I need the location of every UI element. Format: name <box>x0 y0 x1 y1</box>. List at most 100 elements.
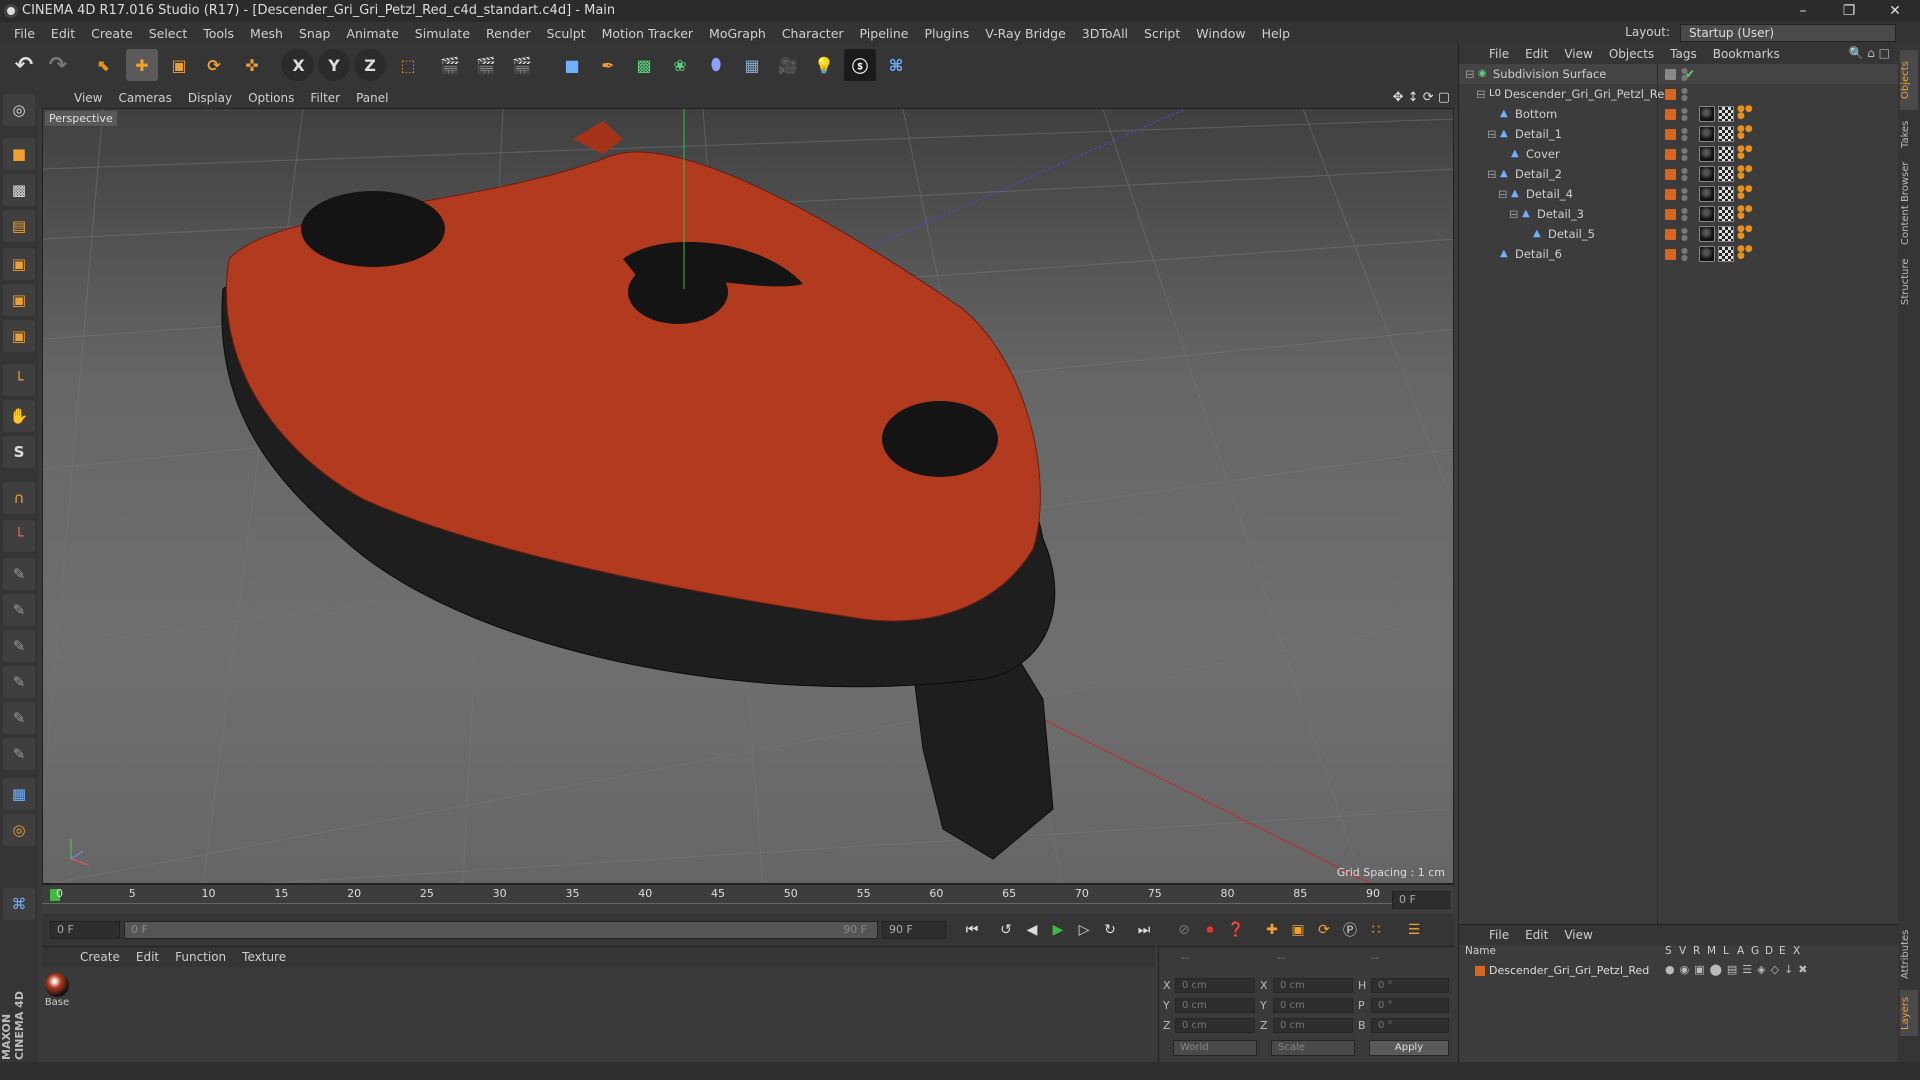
subdivision-surface-button[interactable]: ▩ <box>628 49 660 81</box>
workplane-mode-button[interactable]: ▤ <box>3 210 35 242</box>
render-picture-viewer-button[interactable]: 🎬 <box>470 49 502 81</box>
phong-tag-icon[interactable]: ●● ● <box>1737 125 1753 142</box>
rotate-tool-button[interactable]: ⟳ <box>198 49 230 81</box>
close-button[interactable]: ✕ <box>1872 0 1918 22</box>
layer-name[interactable]: Descender_Gri_Gri_Petzl_Red <box>1489 964 1649 977</box>
material-tag-icon[interactable] <box>1699 186 1715 202</box>
brush-tool-3-button[interactable]: ✎ <box>3 630 35 662</box>
play-button[interactable]: ▶ <box>1046 918 1070 942</box>
object-row[interactable]: ▲ Bottom ● ● ●● ● <box>1459 104 1899 124</box>
layer-color-swatch[interactable] <box>1665 109 1676 120</box>
edges-mode-button[interactable]: ▣ <box>3 284 35 316</box>
frame-range-slider[interactable]: 0 F 90 F <box>124 921 878 939</box>
points-mode-button[interactable]: ▣ <box>3 248 35 280</box>
scale-tool-button[interactable]: ▣ <box>163 49 195 81</box>
viewport-menu-display[interactable]: Display <box>180 91 240 105</box>
snap-button[interactable]: S <box>3 436 35 468</box>
menu-mesh[interactable]: Mesh <box>242 26 291 41</box>
deformer-button[interactable]: ⬮ <box>700 49 732 81</box>
mograph-cloner-button[interactable]: ❀ <box>664 49 696 81</box>
previous-frame-button[interactable]: ◀ <box>1020 918 1044 942</box>
object-name[interactable]: Detail_4 <box>1526 184 1573 204</box>
menu-animate[interactable]: Animate <box>338 26 406 41</box>
coord-size-z-field[interactable]: 0 cm <box>1273 1018 1353 1033</box>
coord-rot-b-field[interactable]: 0 ° <box>1371 1018 1449 1033</box>
visibility-dots-icon[interactable]: ● ● <box>1681 127 1688 142</box>
menu-render[interactable]: Render <box>478 26 539 41</box>
coord-pos-y-field[interactable]: 0 cm <box>1175 998 1255 1013</box>
object-name[interactable]: Detail_2 <box>1515 164 1562 184</box>
phong-tag-icon[interactable]: ●● ● <box>1737 165 1753 182</box>
texture-mode-button[interactable]: ▩ <box>3 174 35 206</box>
brush-tool-1-button[interactable]: ✎ <box>3 558 35 590</box>
python-button[interactable]: ⌘ <box>880 49 912 81</box>
workplane-axis-button[interactable]: └ <box>3 520 35 552</box>
object-row[interactable]: ▲ Detail_5 ● ● ●● ● <box>1459 224 1899 244</box>
tree-expander-icon[interactable]: ⊟ <box>1487 124 1497 144</box>
viewport-menu-cameras[interactable]: Cameras <box>110 91 179 105</box>
key-parameter-button[interactable]: Ⓟ <box>1338 918 1362 942</box>
object-manager-search-icon[interactable]: 🔍 ⌂ □ <box>1848 46 1890 60</box>
objects-menu-file[interactable]: File <box>1481 47 1517 61</box>
recent-tools-button[interactable]: ✜ <box>236 49 268 81</box>
coord-space-select[interactable]: World <box>1173 1040 1257 1056</box>
coord-pos-z-field[interactable]: 0 cm <box>1175 1018 1255 1033</box>
coord-rot-h-field[interactable]: 0 ° <box>1371 978 1449 993</box>
layer-color-swatch[interactable] <box>1665 69 1676 80</box>
object-name[interactable]: Detail_6 <box>1515 244 1562 264</box>
spline-pen-button[interactable]: ✒ <box>592 49 624 81</box>
phong-tag-icon[interactable]: ●● ● <box>1737 205 1753 222</box>
cube-primitive-button[interactable]: ■ <box>556 49 588 81</box>
tab-layers[interactable]: Layers <box>1900 990 1918 1036</box>
tab-structure[interactable]: Structure <box>1900 252 1918 312</box>
texture-tag-icon[interactable] <box>1718 206 1734 222</box>
layer-toggle-icons[interactable]: ●◉▣⬤▤☰◈◇↓✖ <box>1665 963 1813 976</box>
coordinate-system-button[interactable]: ⬚ <box>392 49 424 81</box>
layer-color-swatch[interactable] <box>1665 89 1676 100</box>
material-tag-icon[interactable] <box>1699 126 1715 142</box>
go-to-end-button[interactable]: ⏭ <box>1132 918 1156 942</box>
next-key-button[interactable]: ↻ <box>1098 918 1122 942</box>
tab-content-browser[interactable]: Content Browser <box>1900 158 1918 248</box>
material-swatch[interactable]: Base <box>42 973 72 1008</box>
python-console-button[interactable]: ⌘ <box>3 888 35 920</box>
brush-tool-4-button[interactable]: ✎ <box>3 666 35 698</box>
start-frame-field[interactable]: 0 F <box>50 921 120 939</box>
material-menu-function[interactable]: Function <box>167 950 234 964</box>
phong-tag-icon[interactable]: ●● ● <box>1737 185 1753 202</box>
timeline-ruler[interactable]: 0 5 10 15 20 25 30 35 40 45 50 55 60 65 70 75 80 85 90 0 F <box>42 884 1454 914</box>
viewport-menu-view[interactable]: View <box>66 91 110 105</box>
material-tag-icon[interactable] <box>1699 106 1715 122</box>
menu-sculpt[interactable]: Sculpt <box>539 26 594 41</box>
texture-tag-icon[interactable] <box>1718 146 1734 162</box>
tab-objects[interactable]: Objects <box>1900 50 1918 110</box>
model-mode-button[interactable]: ■ <box>3 138 35 170</box>
menu-help[interactable]: Help <box>1254 26 1299 41</box>
record-button[interactable]: ⏺ <box>1198 918 1222 942</box>
visibility-dots-icon[interactable]: ● ● <box>1681 227 1688 242</box>
visibility-dots-icon[interactable]: ● ● <box>1681 107 1688 122</box>
make-editable-button[interactable]: ◎ <box>3 94 35 126</box>
material-tag-icon[interactable] <box>1699 246 1715 262</box>
coord-mode-select[interactable]: Scale <box>1271 1040 1355 1056</box>
menu-motion-tracker[interactable]: Motion Tracker <box>594 26 701 41</box>
soft-selection-button[interactable]: ◎ <box>3 814 35 846</box>
layer-color-swatch[interactable] <box>1665 189 1676 200</box>
visibility-dots-icon[interactable]: ● ● <box>1681 207 1688 222</box>
texture-tag-icon[interactable] <box>1718 106 1734 122</box>
object-row[interactable]: ⊟ L0 Descender_Gri_Gri_Petzl_Red ● ● <box>1459 84 1899 104</box>
material-menu-texture[interactable]: Texture <box>234 950 294 964</box>
current-frame-field[interactable]: 0 F <box>1392 891 1450 909</box>
layers-menu-file[interactable]: File <box>1481 928 1517 942</box>
coord-size-x-field[interactable]: 0 cm <box>1273 978 1353 993</box>
menu-mograph[interactable]: MoGraph <box>701 26 774 41</box>
key-scale-button[interactable]: ▣ <box>1286 918 1310 942</box>
layers-menu-view[interactable]: View <box>1556 928 1600 942</box>
render-view-button[interactable]: 🎬 <box>434 49 466 81</box>
autokey-button[interactable]: ❓ <box>1224 918 1248 942</box>
axis-x-button[interactable]: X <box>282 49 314 81</box>
floor-lock-button[interactable]: ▦ <box>3 778 35 810</box>
texture-tag-icon[interactable] <box>1718 166 1734 182</box>
menu-tools[interactable]: Tools <box>195 26 242 41</box>
texture-tag-icon[interactable] <box>1718 226 1734 242</box>
